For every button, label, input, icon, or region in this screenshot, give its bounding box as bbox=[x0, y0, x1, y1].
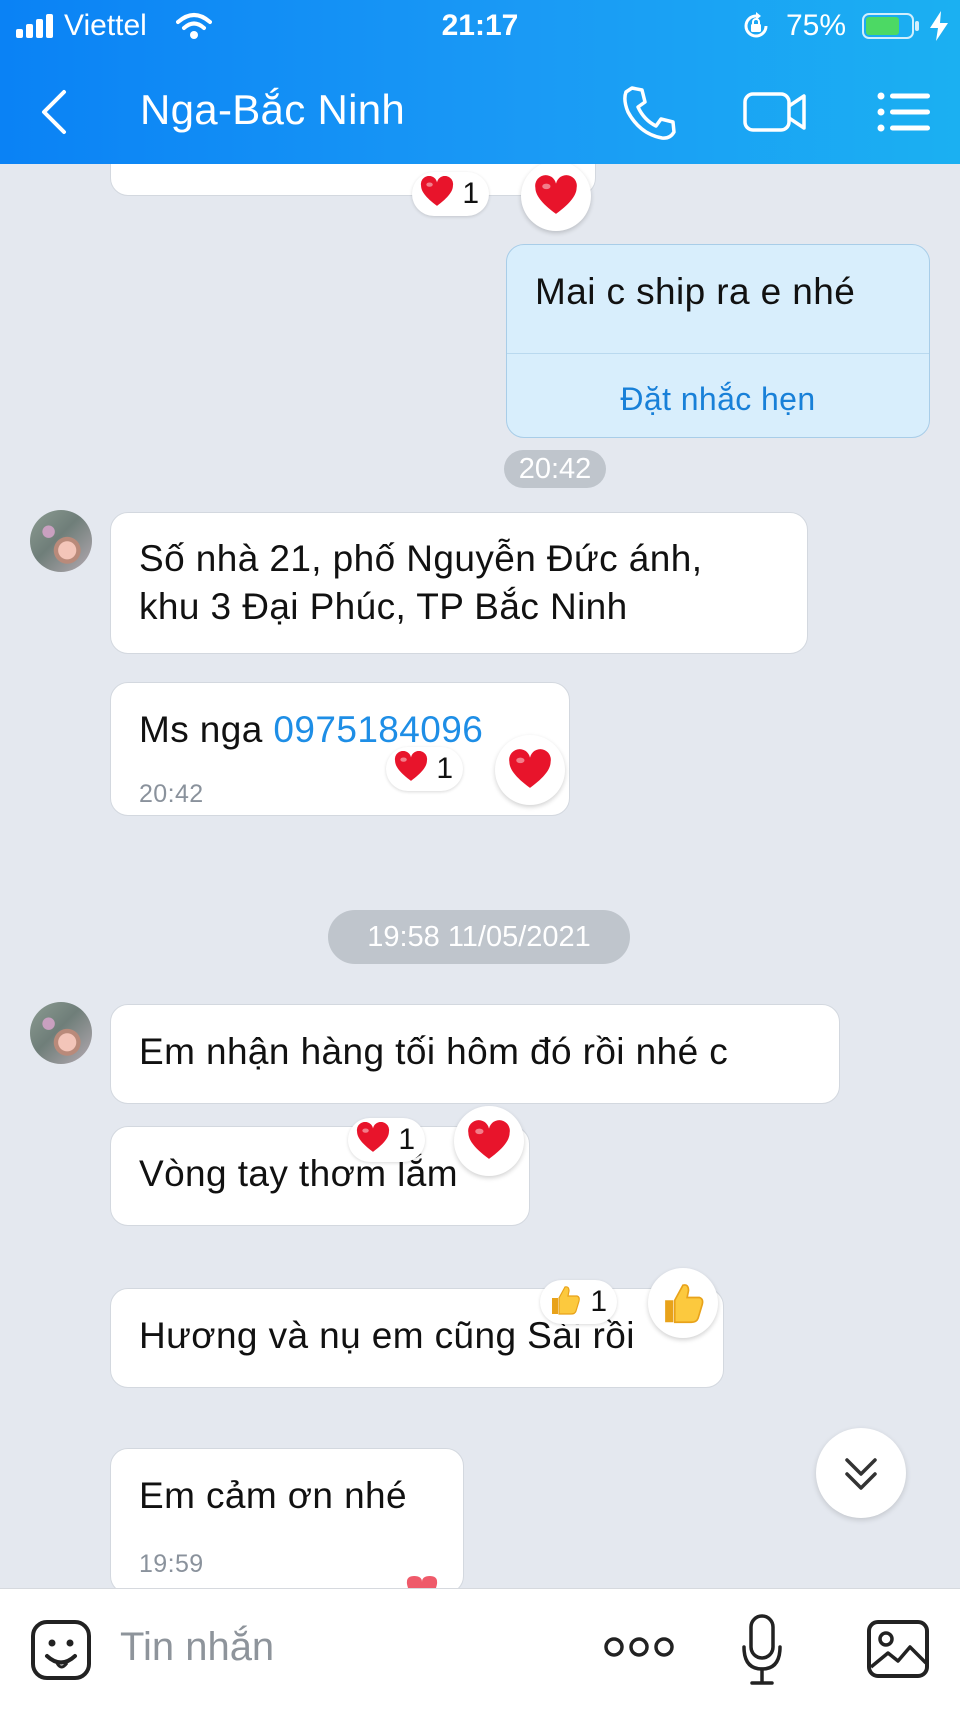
rotation-lock-icon bbox=[744, 12, 768, 38]
microphone-icon[interactable] bbox=[740, 1613, 784, 1687]
charging-icon bbox=[930, 11, 948, 41]
message-input[interactable]: Tin nhắn bbox=[120, 1625, 274, 1670]
top-bar: Viettel 21:17 75% Nga-Bắc Ninh bbox=[0, 0, 960, 164]
battery-percent: 75% bbox=[786, 9, 847, 42]
reaction-count: 1 bbox=[462, 177, 480, 210]
conversation-title[interactable]: Nga-Bắc Ninh bbox=[140, 82, 405, 138]
message-bubble-incoming[interactable]: Hương và nụ em cũng Sài rồi bbox=[110, 1288, 724, 1388]
set-reminder-button[interactable]: Đặt nhắc hẹn bbox=[507, 353, 929, 424]
status-bar: Viettel 21:17 75% bbox=[0, 0, 960, 54]
reaction-summary[interactable]: 1 bbox=[348, 1118, 426, 1162]
thumbs-up-icon bbox=[661, 1281, 705, 1325]
reaction-summary[interactable]: 1 bbox=[540, 1280, 618, 1324]
reaction-summary[interactable]: 1 bbox=[386, 747, 464, 791]
more-icon[interactable] bbox=[604, 1633, 674, 1661]
message-text: Mai c ship ra e nhé bbox=[535, 271, 856, 312]
heart-icon bbox=[534, 174, 578, 218]
heart-icon bbox=[420, 176, 454, 208]
avatar[interactable] bbox=[30, 1002, 92, 1064]
react-heart-button[interactable] bbox=[521, 161, 591, 231]
react-heart-button[interactable] bbox=[454, 1106, 524, 1176]
date-divider: 19:58 11/05/2021 bbox=[328, 910, 630, 964]
message-bubble-incoming[interactable]: Em cảm ơn nhé 19:59 bbox=[110, 1448, 464, 1594]
message-bubble-incoming[interactable]: Em nhận hàng tối hôm đó rồi nhé c bbox=[110, 1004, 840, 1104]
message-bubble-incoming[interactable]: Số nhà 21, phố Nguyễn Đức ánh, khu 3 Đại… bbox=[110, 512, 808, 654]
message-text: Em cảm ơn nhé bbox=[139, 1475, 408, 1516]
message-time: 20:42 bbox=[139, 780, 204, 808]
chevron-double-down-icon bbox=[845, 1458, 877, 1490]
react-like-button[interactable] bbox=[648, 1268, 718, 1338]
message-time: 19:59 bbox=[139, 1550, 204, 1578]
phone-icon[interactable] bbox=[620, 82, 676, 142]
heart-icon bbox=[406, 1576, 438, 1588]
reaction-count: 1 bbox=[398, 1123, 416, 1156]
message-text-line: Số nhà 21, phố Nguyễn Đức ánh, bbox=[139, 538, 703, 579]
image-icon[interactable] bbox=[866, 1619, 930, 1679]
message-composer: Tin nhắn bbox=[0, 1588, 960, 1709]
scroll-to-bottom-button[interactable] bbox=[816, 1428, 906, 1518]
back-icon[interactable] bbox=[36, 84, 72, 140]
reaction-count: 1 bbox=[590, 1285, 608, 1318]
message-time-pill: 20:42 bbox=[504, 450, 606, 488]
reaction-count: 1 bbox=[436, 752, 454, 785]
emoji-icon[interactable] bbox=[30, 1619, 92, 1681]
message-bubble-outgoing[interactable]: Mai c ship ra e nhé Đặt nhắc hẹn bbox=[506, 244, 930, 438]
battery-icon bbox=[862, 13, 919, 39]
message-list[interactable]: 20:42 1 Mai c ship ra e nhé Đặt nhắc hẹn… bbox=[0, 134, 960, 1594]
reaction-summary[interactable]: 1 bbox=[412, 172, 490, 216]
heart-icon bbox=[394, 751, 428, 783]
message-text: Ms nga bbox=[139, 709, 263, 750]
react-heart-button[interactable] bbox=[495, 735, 565, 805]
menu-icon[interactable] bbox=[876, 82, 932, 142]
nav-bar: Nga-Bắc Ninh bbox=[0, 64, 960, 160]
avatar[interactable] bbox=[30, 510, 92, 572]
message-text: Em nhận hàng tối hôm đó rồi nhé c bbox=[139, 1031, 729, 1072]
message-text-line: khu 3 Đại Phúc, TP Bắc Ninh bbox=[139, 586, 628, 627]
heart-icon bbox=[508, 748, 552, 792]
heart-icon bbox=[467, 1119, 511, 1163]
thumbs-up-icon bbox=[548, 1284, 582, 1316]
heart-icon bbox=[356, 1122, 390, 1154]
phone-number-link[interactable]: 0975184096 bbox=[273, 709, 483, 750]
video-icon[interactable] bbox=[742, 82, 808, 142]
